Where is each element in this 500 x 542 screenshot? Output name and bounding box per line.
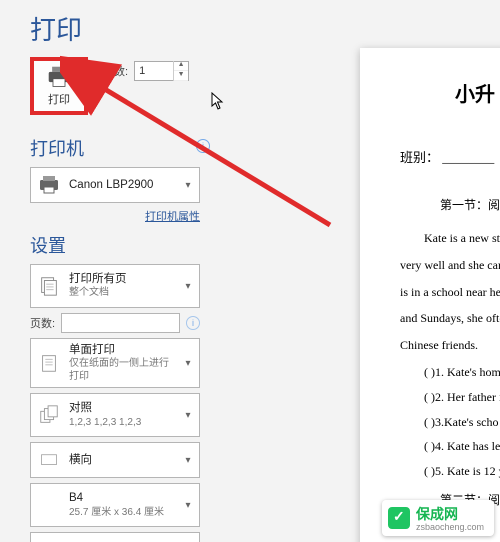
- sides-dropdown[interactable]: 单面打印 仅在纸面的一侧上进行打印 ▾: [30, 338, 200, 388]
- single-side-icon: [37, 351, 61, 375]
- landscape-icon: [37, 448, 61, 472]
- watermark-name: 保成网: [416, 504, 484, 524]
- preview-class-line: 班别： ________: [400, 147, 500, 166]
- print-scope-dropdown[interactable]: 打印所有页 整个文档 ▾: [30, 264, 200, 308]
- chevron-down-icon: ▾: [183, 180, 193, 191]
- settings-heading: 设置: [30, 232, 330, 258]
- copies-spinner[interactable]: ▲ ▼: [173, 61, 188, 81]
- info-icon[interactable]: i: [196, 139, 210, 153]
- document-preview: 小升 班别： ________ 第一节：阅读短 Kate is a new st…: [360, 48, 500, 542]
- preview-section-1: 第一节：阅读短: [440, 196, 500, 213]
- copies-label: 份数:: [103, 63, 128, 79]
- printer-name: Canon LBP2900: [69, 178, 175, 192]
- print-button-label: 打印: [48, 91, 70, 107]
- paper-size-icon: [37, 493, 61, 517]
- printer-heading: 打印机 i: [30, 135, 330, 161]
- spin-down-icon[interactable]: ▼: [174, 71, 188, 81]
- copies-value: 1: [135, 65, 173, 77]
- printer-dropdown[interactable]: Canon LBP2900 ▾: [30, 167, 200, 203]
- copies-control: 份数: 1 ▲ ▼: [103, 61, 189, 81]
- pages-input[interactable]: [61, 313, 180, 333]
- margins-icon: [37, 538, 61, 542]
- collate-dropdown[interactable]: 对照 1,2,3 1,2,3 1,2,3 ▾: [30, 393, 200, 437]
- chevron-down-icon: ▾: [183, 410, 193, 421]
- pages-label: 页数:: [30, 315, 55, 331]
- chevron-down-icon: ▾: [183, 455, 193, 466]
- pages-row: 页数: i: [30, 313, 200, 333]
- shield-check-icon: [388, 507, 410, 529]
- chevron-down-icon: ▾: [183, 281, 193, 292]
- watermark: 保成网 zsbaocheng.com: [382, 500, 494, 536]
- page-title: 打印: [30, 10, 330, 47]
- print-panel: 打印 打印 份数: 1 ▲ ▼ 打印机 i: [0, 0, 330, 542]
- printer-properties-link[interactable]: 打印机属性: [30, 208, 200, 224]
- chevron-down-icon: ▾: [183, 358, 193, 369]
- preview-title: 小升: [455, 78, 500, 107]
- printer-device-icon: [37, 173, 61, 197]
- watermark-url: zsbaocheng.com: [416, 522, 484, 532]
- print-button[interactable]: 打印: [30, 57, 88, 115]
- info-icon[interactable]: i: [186, 316, 200, 330]
- printer-icon: [45, 65, 73, 89]
- chevron-down-icon: ▾: [183, 500, 193, 511]
- margins-dropdown[interactable]: 自定义边距 ▾: [30, 532, 200, 542]
- spin-up-icon[interactable]: ▲: [174, 61, 188, 71]
- pages-icon: [37, 274, 61, 298]
- collate-icon: [37, 403, 61, 427]
- orientation-dropdown[interactable]: 横向 ▾: [30, 442, 200, 478]
- copies-input[interactable]: 1 ▲ ▼: [134, 61, 189, 81]
- print-row: 打印 份数: 1 ▲ ▼: [30, 57, 330, 115]
- paper-size-dropdown[interactable]: B4 25.7 厘米 x 36.4 厘米 ▾: [30, 483, 200, 527]
